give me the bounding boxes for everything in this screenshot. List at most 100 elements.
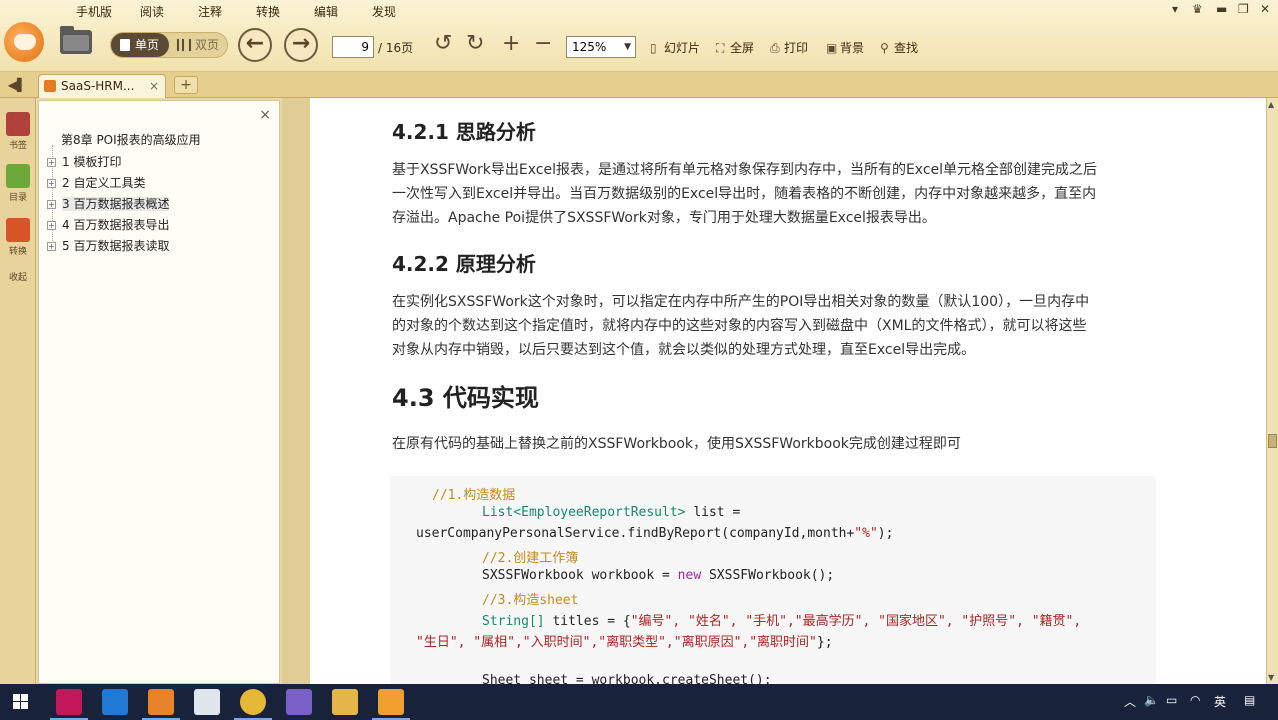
vertical-scrollbar[interactable]: ▲ ▼ <box>1266 98 1278 684</box>
notification-icon[interactable]: ▤ <box>1244 693 1255 707</box>
print-button[interactable]: ⎙ 打印 <box>770 39 808 56</box>
code-line: List<EmployeeReportResult> list = <box>482 505 741 520</box>
document-page: 4.2.1 思路分析 基于XSSFWork导出Excel报表，是通过将所有单元格… <box>310 98 1266 684</box>
network-icon[interactable]: ◠ <box>1190 693 1200 707</box>
code-comment: //1.构造数据 <box>432 488 516 503</box>
app-header: 手机版 阅读 注释 转换 编辑 发现 ▾ ♛ ▬ ❐ ✕ 单页 双页 ← → 9… <box>0 0 1278 72</box>
rotate-left-icon[interactable]: ↺ <box>434 32 452 56</box>
rail-bookmark-label: 书签 <box>8 141 27 151</box>
heading-4-2-2: 4.2.2 原理分析 <box>392 252 536 276</box>
find-label: 查找 <box>894 41 919 55</box>
scroll-thumb[interactable] <box>1268 434 1277 448</box>
fullscreen-icon: ⛶ <box>716 41 725 55</box>
fullscreen-button[interactable]: ⛶ 全屏 <box>716 39 754 56</box>
slideshow-button[interactable]: ▯ 幻灯片 <box>650 39 700 56</box>
outline-item[interactable]: +4 百万数据报表导出 <box>47 216 169 233</box>
background-icon: ▣ <box>826 41 838 55</box>
code-line: userCompanyPersonalService.findByReport(… <box>416 526 894 541</box>
skin-icon[interactable]: ♛ <box>1192 2 1203 16</box>
foxit-icon[interactable] <box>142 689 180 720</box>
intellij-icon[interactable] <box>50 689 88 720</box>
sidebar-toggle-icon[interactable]: ◀▌ <box>4 76 30 94</box>
outline-item[interactable]: +1 模板打印 <box>47 153 121 170</box>
expand-icon[interactable]: + <box>47 221 56 230</box>
window-icon[interactable] <box>194 689 220 715</box>
scroll-up-icon[interactable]: ▲ <box>1268 100 1274 109</box>
code-line: Sheet sheet = workbook.createSheet(); <box>482 673 772 684</box>
single-page-label: 单页 <box>135 38 160 52</box>
dropdown-icon[interactable]: ▾ <box>1172 2 1178 16</box>
background-label: 背景 <box>840 41 865 55</box>
menu-annotate[interactable]: 注释 <box>198 3 222 20</box>
zoom-value: 125% <box>572 40 607 54</box>
background-button[interactable]: ▣ 背景 <box>826 39 864 56</box>
code-line: SXSSFWorkbook workbook = new SXSSFWorkbo… <box>482 568 835 583</box>
find-button[interactable]: ⚲ 查找 <box>880 39 918 56</box>
vscode-icon[interactable] <box>102 689 128 715</box>
app-logo-icon[interactable] <box>4 22 44 62</box>
outline-item-selected[interactable]: +3 百万数据报表概述 <box>47 195 170 212</box>
double-page-button[interactable]: 双页 <box>171 33 229 57</box>
rail-collapse-button[interactable]: 收起 <box>4 270 32 283</box>
fullscreen-label: 全屏 <box>730 41 755 55</box>
zoom-in-icon[interactable]: + <box>502 32 520 56</box>
expand-icon[interactable]: + <box>47 158 56 167</box>
zoom-select[interactable]: 125% ▼ <box>566 36 636 58</box>
outline-close-icon[interactable]: × <box>259 107 271 123</box>
restore-icon[interactable]: ❐ <box>1238 2 1249 16</box>
scroll-down-icon[interactable]: ▼ <box>1268 673 1274 682</box>
start-icon[interactable] <box>13 694 29 710</box>
code-block: //1.构造数据 List<EmployeeReportResult> list… <box>390 476 1156 684</box>
side-rail: 书签 目录 转换 收起 <box>0 98 36 684</box>
prev-page-button[interactable]: ← <box>238 28 272 62</box>
minimize-icon[interactable]: ▬ <box>1216 2 1227 16</box>
outline-item[interactable]: +5 百万数据报表读取 <box>47 237 169 254</box>
close-icon[interactable]: ✕ <box>1260 2 1270 16</box>
open-folder-icon[interactable] <box>60 26 92 54</box>
slideshow-label: 幻灯片 <box>664 41 701 55</box>
code-line: String[] titles = {"编号", "姓名", "手机","最高学… <box>482 614 1082 629</box>
next-page-button[interactable]: → <box>284 28 318 62</box>
tab-close-icon[interactable]: × <box>149 75 159 97</box>
document-tab[interactable]: SaaS-HRM... × <box>38 74 166 98</box>
rotate-right-icon[interactable]: ↻ <box>466 32 484 56</box>
zoom-out-icon[interactable]: − <box>534 32 552 56</box>
menu-read[interactable]: 阅读 <box>140 3 164 20</box>
outline-root[interactable]: 第8章 POI报表的高级应用 <box>61 131 201 148</box>
rail-toc-button[interactable]: 目录 <box>4 164 32 203</box>
explorer-icon[interactable] <box>332 689 358 715</box>
code-comment: //3.构造sheet <box>482 593 579 608</box>
chrome-icon[interactable] <box>234 689 272 720</box>
visual-studio-icon[interactable] <box>286 689 312 715</box>
menu-edit[interactable]: 编辑 <box>314 3 338 20</box>
tab-bar: ◀▌ SaaS-HRM... × + <box>0 72 1278 98</box>
expand-icon[interactable]: + <box>47 179 56 188</box>
tray-expand-icon[interactable]: ︿ <box>1124 693 1136 710</box>
input-language[interactable]: 英 <box>1214 693 1226 710</box>
double-page-icon <box>177 39 191 51</box>
single-page-button[interactable]: 单页 <box>111 33 169 57</box>
page-margin <box>282 98 310 684</box>
paragraph-implementation: 在原有代码的基础上替换之前的XSSFWorkbook，使用SXSSFWorkbo… <box>392 436 961 452</box>
new-tab-button[interactable]: + <box>174 76 198 94</box>
rail-convert-button[interactable]: 转换 <box>4 218 32 257</box>
double-page-label: 双页 <box>195 38 220 52</box>
toc-icon <box>6 164 30 188</box>
page-number-input[interactable]: 9 <box>332 36 374 58</box>
view-mode-toggle: 单页 双页 <box>110 32 228 58</box>
outline-item[interactable]: +2 自定义工具类 <box>47 174 145 191</box>
battery-icon[interactable]: ▭ <box>1166 693 1177 707</box>
expand-icon[interactable]: + <box>47 242 56 251</box>
single-page-icon <box>120 39 130 51</box>
heading-4-3: 4.3 代码实现 <box>392 384 539 412</box>
menu-convert[interactable]: 转换 <box>256 3 280 20</box>
menu-discover[interactable]: 发现 <box>372 3 396 20</box>
reader-icon[interactable] <box>372 689 410 720</box>
rail-collapse-label: 收起 <box>8 273 27 283</box>
expand-icon[interactable]: + <box>47 200 56 209</box>
volume-icon[interactable]: 🔈 <box>1144 693 1159 707</box>
rail-bookmark-button[interactable]: 书签 <box>4 112 32 151</box>
menu-mobile[interactable]: 手机版 <box>76 3 112 20</box>
bookmark-icon <box>6 112 30 136</box>
chevron-down-icon: ▼ <box>624 42 631 52</box>
